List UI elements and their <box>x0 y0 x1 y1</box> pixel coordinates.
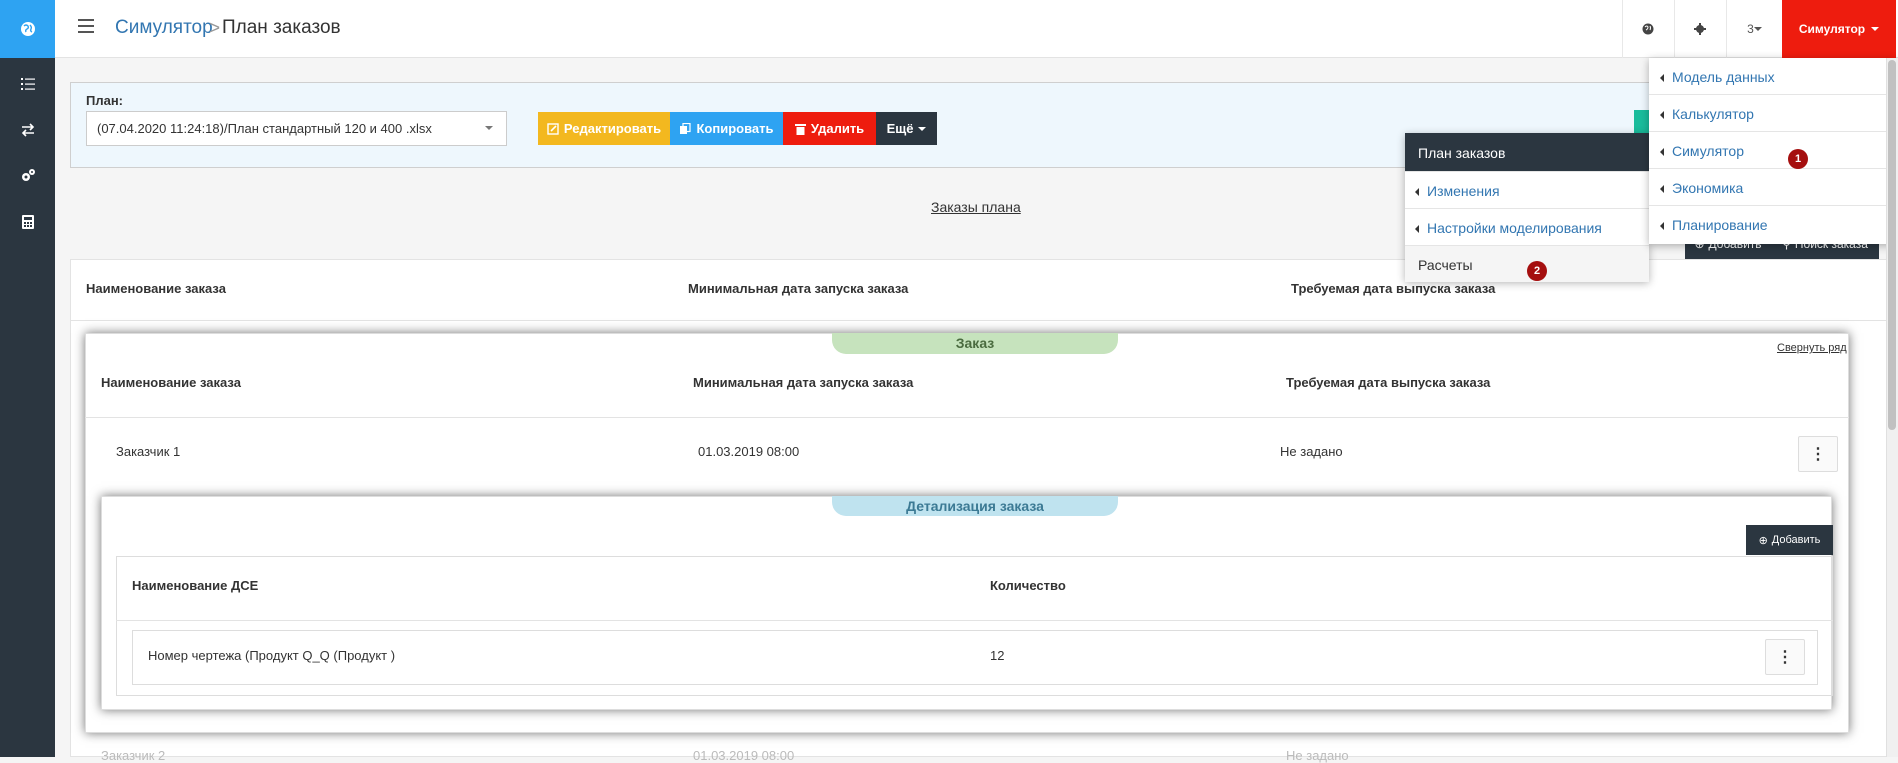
detail-row-actions-button[interactable]: ⋮ <box>1765 639 1805 675</box>
column-header-order-name: Наименование заказа <box>86 281 226 296</box>
copy-icon <box>680 122 692 134</box>
chevron-down-icon <box>1753 27 1762 31</box>
detail-column-part-name: Наименование ДСЕ <box>132 578 259 593</box>
edit-button[interactable]: Редактировать <box>538 112 670 145</box>
delete-button-label: Удалить <box>810 121 865 136</box>
caret-left-icon <box>1415 225 1419 234</box>
dropdown-item-label: Симулятор <box>1672 143 1744 159</box>
plus-circle-icon: ⊕ <box>1758 534 1768 547</box>
gear-icon <box>1693 23 1706 35</box>
step-badge-1: 1 <box>1788 149 1808 169</box>
submenu-item-label: Настройки моделирования <box>1427 220 1602 236</box>
dropdown-item-data-model[interactable]: Модель данных <box>1649 58 1896 95</box>
caret-left-icon <box>1660 74 1664 83</box>
dropdown-item-label: Модель данных <box>1672 69 1775 85</box>
breadcrumb-separator: > <box>209 18 221 39</box>
order-row-name: Заказчик 1 <box>116 444 181 459</box>
breadcrumb-current: План заказов <box>222 17 341 38</box>
collapse-row-link[interactable]: Свернуть ряд <box>1777 342 1847 354</box>
globe-icon <box>1642 23 1653 35</box>
dropdown-item-label: Экономика <box>1672 180 1744 196</box>
column-header-min-start: Минимальная дата запуска заказа <box>688 281 909 296</box>
logo-globe-icon[interactable] <box>0 0 55 58</box>
language-dropdown[interactable]: 3 <box>1726 0 1782 58</box>
add-detail-label: Добавить <box>1771 534 1821 546</box>
more-button-label: Ещё <box>886 121 914 136</box>
kebab-icon: ⋮ <box>1777 649 1793 666</box>
order-row-2-name: Заказчик 2 <box>101 748 166 763</box>
detail-header-divider <box>116 620 1833 621</box>
column-header-release-date: Требуемая дата выпуска заказа <box>1291 281 1496 296</box>
submenu-item-modeling-settings[interactable]: Настройки моделирования <box>1405 208 1649 245</box>
detail-row-part-name: Номер чертежа (Продукт Q_Q (Продукт ) <box>148 648 396 663</box>
chevron-down-icon <box>918 126 927 131</box>
order-row-2-start: 01.03.2019 08:00 <box>693 748 795 763</box>
order-column-min-start: Минимальная дата запуска заказа <box>693 375 914 390</box>
header-divider <box>70 320 1888 321</box>
settings-button[interactable] <box>1674 0 1724 58</box>
dropdown-item-simulator[interactable]: Симулятор <box>1649 132 1896 169</box>
order-row-actions-button[interactable]: ⋮ <box>1798 436 1838 472</box>
submenu-item-label: Изменения <box>1427 183 1500 199</box>
order-row-2-release: Не задано <box>1286 748 1349 763</box>
order-header-divider <box>85 417 1849 418</box>
caret-left-icon <box>1415 188 1419 197</box>
submenu-item-changes[interactable]: Изменения <box>1405 171 1649 208</box>
submenu-header: План заказов <box>1405 133 1649 171</box>
orders-title-link[interactable]: Заказы плана <box>931 199 1021 215</box>
chevron-down-icon <box>1871 27 1880 31</box>
language-label: 3 <box>1747 22 1754 36</box>
detail-row-quantity: 12 <box>990 648 1005 663</box>
step-badge-2: 2 <box>1527 261 1547 281</box>
plan-label: План: <box>86 93 124 108</box>
delete-button[interactable]: Удалить <box>783 112 876 145</box>
kebab-icon: ⋮ <box>1810 446 1826 463</box>
more-button[interactable]: Ещё <box>876 112 937 145</box>
caret-left-icon <box>1660 148 1664 157</box>
caret-left-icon <box>1660 222 1664 231</box>
hamburger-menu-icon[interactable] <box>78 19 94 33</box>
order-row-start: 01.03.2019 08:00 <box>698 444 800 459</box>
copy-button[interactable]: Копировать <box>670 112 783 145</box>
order-tag: Заказ <box>832 333 1118 354</box>
dropdown-item-label: Калькулятор <box>1672 106 1754 122</box>
simulator-dropdown-button[interactable]: Симулятор <box>1782 0 1896 58</box>
select-caret-icon <box>485 126 493 130</box>
gears-icon[interactable] <box>0 156 55 196</box>
order-column-release-date: Требуемая дата выпуска заказа <box>1286 375 1491 390</box>
submenu-item-calculations[interactable]: Расчеты <box>1405 245 1649 282</box>
order-column-name: Наименование заказа <box>101 375 241 390</box>
detail-column-quantity: Количество <box>990 578 1066 593</box>
caret-left-icon <box>1660 111 1664 120</box>
caret-left-icon <box>1660 185 1664 194</box>
copy-button-label: Копировать <box>696 121 774 136</box>
exchange-icon[interactable] <box>0 110 55 150</box>
calculator-icon[interactable] <box>0 202 55 242</box>
submenu-item-label: Расчеты <box>1418 257 1473 273</box>
dropdown-item-planning[interactable]: Планирование <box>1649 206 1896 243</box>
dropdown-item-calculator[interactable]: Калькулятор <box>1649 95 1896 132</box>
order-row-release: Не задано <box>1280 444 1343 459</box>
list-icon[interactable] <box>0 64 55 104</box>
detail-tag: Детализация заказа <box>832 496 1118 516</box>
dropdown-item-economics[interactable]: Экономика <box>1649 169 1896 206</box>
scrollbar-thumb[interactable] <box>1888 60 1896 430</box>
edit-button-label: Редактировать <box>563 121 662 136</box>
simulator-button-label: Симулятор <box>1798 22 1866 36</box>
breadcrumb-simulator-link[interactable]: Симулятор <box>115 17 213 39</box>
trash-icon <box>794 123 806 135</box>
dropdown-item-label: Планирование <box>1672 217 1768 233</box>
plan-select-value: (07.04.2020 11:24:18)/План стандартный 1… <box>97 121 432 136</box>
globe-button[interactable] <box>1622 0 1672 58</box>
add-detail-button[interactable]: ⊕ Добавить <box>1746 525 1833 555</box>
edit-icon <box>547 122 559 135</box>
